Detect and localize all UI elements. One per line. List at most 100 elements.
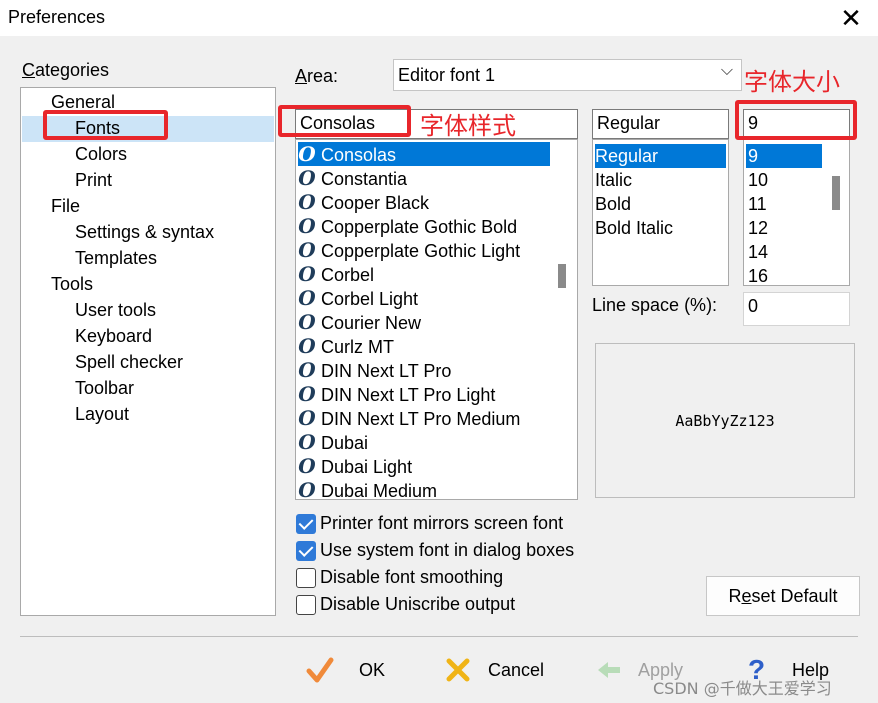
opentype-font-icon: O <box>298 406 316 430</box>
opentype-font-icon: O <box>298 166 316 190</box>
opentype-font-icon: O <box>298 310 316 334</box>
chevron-down-icon: ⌵ <box>720 62 733 79</box>
arrow-left-icon <box>598 662 620 678</box>
font-list-item-label: Corbel Light <box>316 289 419 309</box>
tree-item-spell-checker[interactable]: Spell checker <box>75 352 183 373</box>
opentype-font-icon: O <box>298 478 316 500</box>
font-list-scroll-thumb[interactable] <box>558 264 566 288</box>
tree-item-keyboard[interactable]: Keyboard <box>75 326 152 347</box>
font-list-item-dubai[interactable]: O Dubai <box>298 430 548 454</box>
opentype-font-icon: O <box>298 142 316 166</box>
font-list-item-label: Copperplate Gothic Light <box>316 241 521 261</box>
font-list-item-dubai-light[interactable]: O Dubai Light <box>298 454 548 478</box>
opentype-font-icon: O <box>298 454 316 478</box>
font-list-item-courier-new[interactable]: O Courier New <box>298 310 548 334</box>
font-list-item-curlz-mt[interactable]: O Curlz MT <box>298 334 548 358</box>
font-list-item-din-next-lt-pro-medium[interactable]: O DIN Next LT Pro Medium <box>298 406 548 430</box>
font-list-item-label: Cooper Black <box>316 193 430 213</box>
opentype-font-icon: O <box>298 238 316 262</box>
tree-item-tools[interactable]: Tools <box>51 274 93 295</box>
font-list-item-din-next-lt-pro[interactable]: O DIN Next LT Pro <box>298 358 548 382</box>
system-font-label: Use system font in dialog boxes <box>320 540 575 560</box>
font-list-item-label: Copperplate Gothic Bold <box>316 217 518 237</box>
tree-item-settings-syntax[interactable]: Settings & syntax <box>75 222 214 243</box>
tree-item-print[interactable]: Print <box>75 170 112 191</box>
ok-label: OK <box>359 660 386 680</box>
font-style-input[interactable]: Regular <box>592 109 729 139</box>
annotation-font-style: 字体样式 <box>420 112 516 140</box>
size-list-item-11[interactable]: 11 <box>746 192 822 216</box>
size-list-scroll-thumb[interactable] <box>832 176 840 210</box>
size-list-item-10[interactable]: 10 <box>746 168 822 192</box>
cancel-label: Cancel <box>488 660 545 680</box>
style-list-item-bold[interactable]: Bold <box>595 192 726 216</box>
line-space-input[interactable]: 0 <box>743 292 850 326</box>
system-font-checkbox[interactable] <box>296 541 316 561</box>
font-style-list[interactable]: Regular Italic Bold Bold Italic <box>592 139 729 286</box>
tree-item-templates[interactable]: Templates <box>75 248 157 269</box>
size-list-item-16[interactable]: 16 <box>746 264 822 285</box>
line-space-label: Line space (%): <box>592 295 718 315</box>
disable-smoothing-label: Disable font smoothing <box>320 567 504 587</box>
font-list-item-label: Consolas <box>316 145 397 165</box>
font-list-item-cooper-black[interactable]: O Cooper Black <box>298 190 548 214</box>
font-list-item-corbel-light[interactable]: O Corbel Light <box>298 286 548 310</box>
font-list-item-label: Corbel <box>316 265 375 285</box>
font-list-item-label: DIN Next LT Pro Light <box>316 385 496 405</box>
size-list-item-12[interactable]: 12 <box>746 216 822 240</box>
disable-smoothing-checkbox[interactable] <box>296 568 316 588</box>
opentype-font-icon: O <box>298 358 316 382</box>
preview-text: AaBbYyZz123 <box>675 412 775 430</box>
font-list-item-constantia[interactable]: O Constantia <box>298 166 548 190</box>
annotation-box-font-name <box>278 105 411 137</box>
tree-item-colors[interactable]: Colors <box>75 144 127 165</box>
cancel-x-icon <box>446 658 470 682</box>
area-dropdown-value: Editor font 1 <box>398 65 496 85</box>
font-list-item-label: Courier New <box>316 313 422 333</box>
area-label: Area: <box>295 66 339 86</box>
reset-default-button[interactable]: Reset Default <box>706 576 860 616</box>
tree-item-toolbar[interactable]: Toolbar <box>75 378 134 399</box>
style-list-item-italic[interactable]: Italic <box>595 168 726 192</box>
categories-label: Categories <box>22 60 110 80</box>
size-list-item-9[interactable]: 9 <box>746 144 822 168</box>
opentype-font-icon: O <box>298 430 316 454</box>
font-list[interactable]: O Consolas O Constantia O Cooper Black O Co… <box>295 139 578 500</box>
font-list-item-consolas[interactable]: O Consolas <box>298 142 550 166</box>
style-list-item-regular[interactable]: Regular <box>595 144 726 168</box>
font-list-item-copperplate-gothic-light[interactable]: O Copperplate Gothic Light <box>298 238 548 262</box>
style-list-item-bold-italic[interactable]: Bold Italic <box>595 216 726 240</box>
disable-uniscribe-checkbox[interactable] <box>296 595 316 615</box>
opentype-font-icon: O <box>298 262 316 286</box>
tree-item-user-tools[interactable]: User tools <box>75 300 156 321</box>
opentype-font-icon: O <box>298 286 316 310</box>
font-list-item-din-next-lt-pro-light[interactable]: O DIN Next LT Pro Light <box>298 382 548 406</box>
size-list-item-14[interactable]: 14 <box>746 240 822 264</box>
font-list-item-label: Dubai Light <box>316 457 413 477</box>
opentype-font-icon: O <box>298 214 316 238</box>
watermark: CSDN @千做大王爱学习 <box>653 679 832 698</box>
font-list-item-copperplate-gothic-bold[interactable]: O Copperplate Gothic Bold <box>298 214 548 238</box>
annotation-font-size: 字体大小 <box>744 68 840 96</box>
font-list-item-label: DIN Next LT Pro <box>316 361 452 381</box>
tree-item-file[interactable]: File <box>51 196 80 217</box>
font-list-item-label: Dubai <box>316 433 369 453</box>
printer-mirror-checkbox[interactable] <box>296 514 316 534</box>
area-dropdown[interactable]: Editor font 1 ⌵ <box>393 59 742 91</box>
font-list-item-label: Constantia <box>316 169 408 189</box>
font-list-item-dubai-medium[interactable]: O Dubai Medium <box>298 478 548 500</box>
cancel-button[interactable]: Cancel <box>440 650 560 690</box>
close-icon[interactable]: ✕ <box>838 5 864 31</box>
title-bar <box>0 0 878 36</box>
font-size-list[interactable]: 9 10 11 12 14 16 <box>743 139 850 286</box>
categories-tree[interactable]: General Fonts Colors Print File Settings… <box>20 87 276 616</box>
tree-item-layout[interactable]: Layout <box>75 404 129 425</box>
checkmark-icon <box>306 657 334 683</box>
reset-default-label: Reset Default <box>728 586 838 606</box>
printer-mirror-label: Printer font mirrors screen font <box>320 513 564 533</box>
opentype-font-icon: O <box>298 382 316 406</box>
annotation-box-fonts <box>43 110 168 140</box>
disable-uniscribe-label: Disable Uniscribe output <box>320 594 516 614</box>
ok-button[interactable]: OK <box>300 650 410 690</box>
font-list-item-corbel[interactable]: O Corbel <box>298 262 548 286</box>
